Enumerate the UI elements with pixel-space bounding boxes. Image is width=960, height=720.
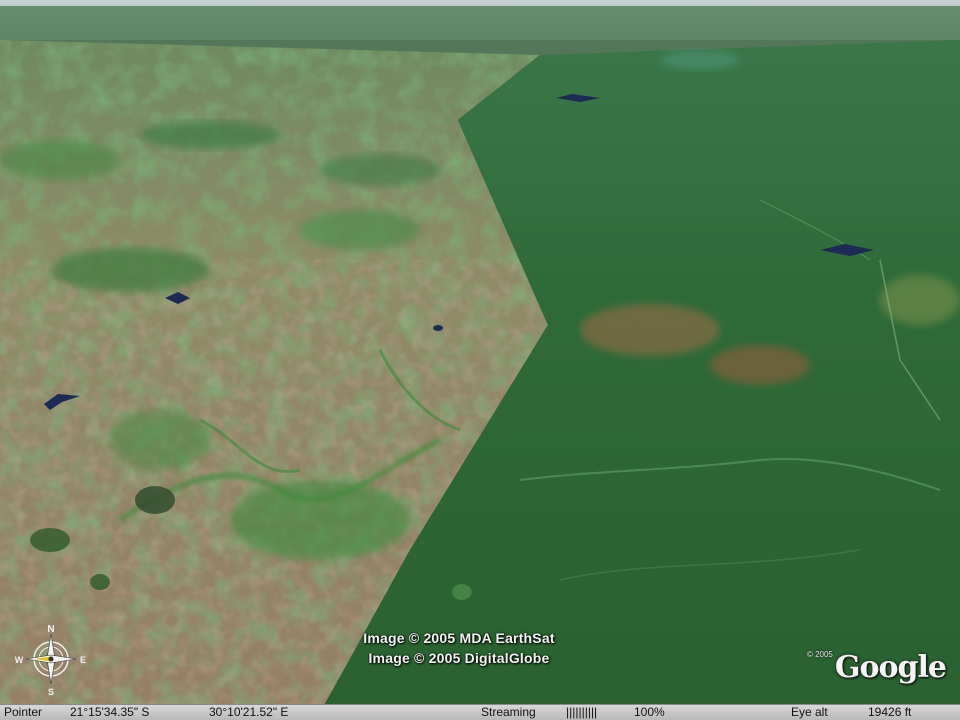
streaming-label: Streaming bbox=[481, 705, 536, 719]
logo-word: Google bbox=[834, 650, 947, 685]
compass-rose-icon[interactable]: N E S W bbox=[14, 622, 88, 697]
google-logo: © 2005Google bbox=[806, 650, 947, 685]
pointer-label: Pointer bbox=[4, 705, 43, 719]
eye-altitude-label: Eye alt bbox=[791, 705, 828, 719]
compass-north-label: N bbox=[47, 624, 54, 635]
streaming-percent: 100% bbox=[634, 705, 665, 719]
logo-year: © 2005 bbox=[806, 650, 833, 659]
status-bar: Pointer 21°15'34.35" S 30°10'21.52" E St… bbox=[0, 704, 960, 720]
pointer-longitude: 30°10'21.52" E bbox=[209, 705, 289, 719]
map-viewport[interactable]: Image © 2005 MDA EarthSat Image © 2005 D… bbox=[0, 0, 960, 720]
credit-line-1: Image © 2005 MDA EarthSat bbox=[363, 630, 555, 646]
satellite-terrain-view[interactable] bbox=[0, 0, 960, 704]
pointer-latitude: 21°15'34.35" S bbox=[70, 705, 150, 719]
compass-west-label: W bbox=[15, 655, 24, 665]
streaming-progress-bars: |||||||||| bbox=[566, 705, 598, 719]
eye-altitude-value: 19426 ft bbox=[868, 705, 912, 719]
compass-east-label: E bbox=[80, 655, 86, 665]
compass-south-label: S bbox=[48, 687, 54, 696]
